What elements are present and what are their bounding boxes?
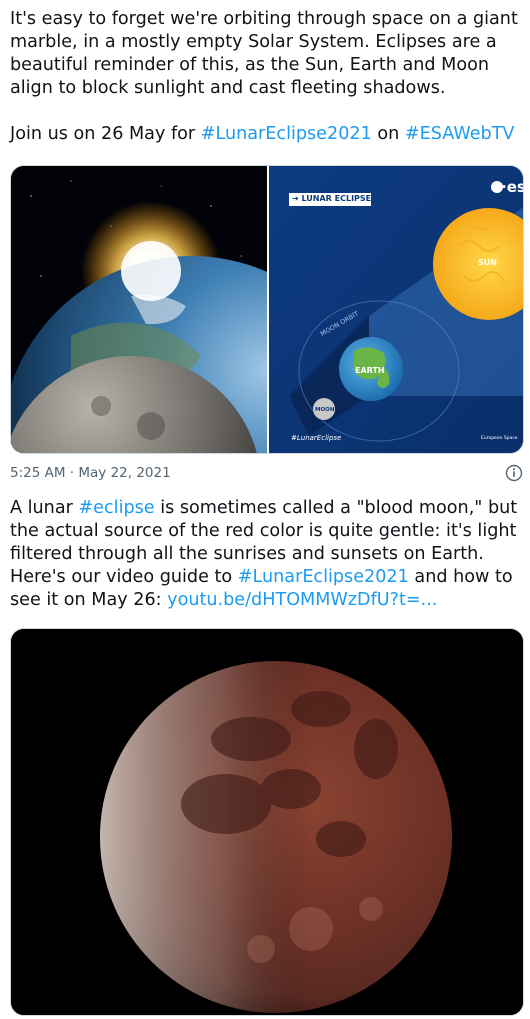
youtube-link[interactable]: youtu.be/dHTOMMWzDfU?t=...: [167, 590, 437, 610]
hashtag-lunareclipse2021[interactable]: #LunarEclipse2021: [201, 124, 372, 144]
join-prefix: Join us on 26 May for: [10, 124, 201, 144]
hashtag-esawebtv[interactable]: #ESAWebTV: [405, 124, 515, 144]
join-mid: on: [371, 124, 405, 144]
infographic-hashtag: #LunarEclipse: [291, 434, 342, 442]
earth-label: EARTH: [355, 366, 385, 375]
lunar-eclipse-infographic[interactable]: ➔ LUNAR ECLIPSE ·es SUN EARTH MOON MOON …: [269, 166, 523, 453]
media-grid: ➔ LUNAR ECLIPSE ·es SUN EARTH MOON MOON …: [10, 165, 524, 454]
tweet-join-line: Join us on 26 May for #LunarEclipse2021 …: [10, 123, 522, 146]
info-circle-icon[interactable]: [504, 463, 524, 483]
tweet-body-2: A lunar #eclipse is sometimes called a "…: [10, 497, 522, 612]
tweet-text-1: It's easy to forget we're orbiting throu…: [10, 8, 522, 146]
tweet2-part1: A lunar: [10, 498, 79, 518]
tweet-meta-row: 5:25 AM · May 22, 2021: [10, 463, 524, 483]
infographic-tag: ➔ LUNAR ECLIPSE: [292, 194, 372, 203]
moon-label: MOON: [315, 407, 335, 413]
blood-moon-image: [11, 629, 523, 1015]
eclipse-photo[interactable]: [11, 166, 267, 453]
tweet-body-1: It's easy to forget we're orbiting throu…: [10, 9, 518, 98]
hashtag-lunareclipse2021-2[interactable]: #LunarEclipse2021: [238, 567, 409, 587]
hashtag-eclipse[interactable]: #eclipse: [78, 498, 154, 518]
sun-label: SUN: [478, 258, 497, 267]
earth-moon-sun-image: [11, 166, 267, 453]
tweet-text-2: A lunar #eclipse is sometimes called a "…: [10, 497, 522, 612]
infographic-credit: European Space: [481, 436, 518, 441]
tweet-timestamp[interactable]: 5:25 AM · May 22, 2021: [10, 465, 171, 481]
esa-logo: ·es: [501, 178, 523, 196]
infographic-graphic: [269, 166, 523, 453]
blood-moon-photo[interactable]: [10, 628, 524, 1016]
